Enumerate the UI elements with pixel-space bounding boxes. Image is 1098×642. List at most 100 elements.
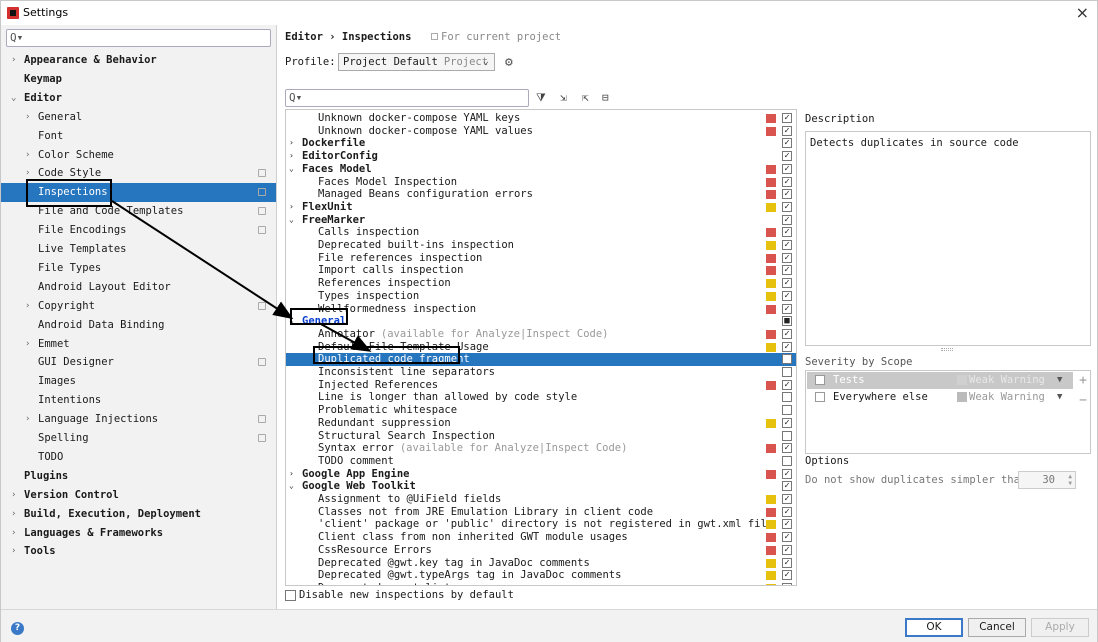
inspection-checkbox[interactable]: ✓ bbox=[782, 557, 792, 568]
inspection-checkbox[interactable]: ✓ bbox=[782, 481, 792, 492]
expand-all-icon[interactable]: ⇲ bbox=[560, 91, 567, 104]
chevron-right-icon[interactable]: › bbox=[289, 137, 294, 150]
chevron-down-icon[interactable]: ▼ bbox=[1057, 389, 1062, 406]
sidebar-item[interactable]: › General bbox=[1, 108, 276, 127]
inspection-group-row[interactable]: ⌄ FreeMarker ✓ bbox=[286, 214, 796, 227]
inspection-checkbox[interactable]: ✓ bbox=[782, 341, 792, 352]
inspection-checkbox[interactable]: ✓ bbox=[782, 582, 792, 585]
profile-select[interactable]: Project Default Project ⌄ bbox=[338, 53, 495, 71]
inspection-row[interactable]: References inspection ✓ bbox=[286, 277, 796, 290]
inspection-row[interactable]: Problematic whitespace bbox=[286, 404, 796, 417]
inspection-row[interactable]: Deprecated event listeners ✓ bbox=[286, 582, 796, 585]
chevron-right-icon[interactable]: › bbox=[289, 150, 294, 163]
inspection-row[interactable]: Managed Beans configuration errors ✓ bbox=[286, 188, 796, 201]
inspection-row[interactable]: Wellformedness inspection ✓ bbox=[286, 303, 796, 316]
inspection-checkbox[interactable]: ✓ bbox=[782, 443, 792, 454]
sidebar-item[interactable]: Images bbox=[1, 372, 276, 391]
inspection-row[interactable]: Line is longer than allowed by code styl… bbox=[286, 391, 796, 404]
reset-icon[interactable]: ⊟ bbox=[602, 91, 609, 104]
sidebar-item[interactable]: Keymap bbox=[1, 70, 276, 89]
inspection-checkbox[interactable]: ✓ bbox=[782, 113, 792, 123]
sidebar-item[interactable]: Intentions bbox=[1, 391, 276, 410]
inspection-row[interactable]: Unknown docker-compose YAML keys ✓ bbox=[286, 112, 796, 125]
inspection-checkbox[interactable]: ✓ bbox=[782, 494, 792, 504]
sidebar-item[interactable]: Plugins bbox=[1, 467, 276, 486]
remove-scope-icon[interactable]: − bbox=[1079, 393, 1087, 408]
inspection-row[interactable]: Types inspection ✓ bbox=[286, 290, 796, 303]
inspection-row[interactable]: Deprecated built-ins inspection ✓ bbox=[286, 239, 796, 252]
sidebar-item[interactable]: › Emmet bbox=[1, 335, 276, 354]
inspection-checkbox[interactable]: ✓ bbox=[782, 532, 792, 543]
sidebar-item[interactable]: › Copyright bbox=[1, 297, 276, 316]
scope-checkbox[interactable] bbox=[815, 375, 825, 385]
inspection-row[interactable]: CssResource Errors ✓ bbox=[286, 544, 796, 557]
chevron-right-icon[interactable]: › bbox=[289, 201, 294, 214]
inspection-checkbox[interactable]: ✓ bbox=[782, 176, 792, 187]
spinner-arrows-icon[interactable]: ▲ ▼ bbox=[1068, 473, 1072, 487]
inspection-checkbox[interactable]: ✓ bbox=[782, 544, 792, 555]
scope-checkbox[interactable] bbox=[815, 392, 825, 402]
disable-new-checkbox[interactable] bbox=[285, 590, 296, 601]
inspection-checkbox[interactable]: ✓ bbox=[782, 265, 792, 276]
settings-search-input[interactable]: Q▾ bbox=[6, 29, 271, 47]
inspection-checkbox[interactable]: ✓ bbox=[782, 278, 792, 289]
chevron-down-icon[interactable]: ⌄ bbox=[289, 480, 294, 493]
sidebar-item[interactable]: Android Layout Editor bbox=[1, 278, 276, 297]
sidebar-item[interactable]: › Build, Execution, Deployment bbox=[1, 505, 276, 524]
inspection-checkbox[interactable]: ✓ bbox=[782, 240, 792, 250]
sidebar-item[interactable]: › Color Scheme bbox=[1, 146, 276, 165]
chevron-right-icon[interactable]: › bbox=[25, 297, 30, 316]
inspection-checkbox[interactable]: ✓ bbox=[782, 125, 792, 136]
inspection-row[interactable]: Redundant suppression ✓ bbox=[286, 417, 796, 430]
chevron-right-icon[interactable]: › bbox=[25, 108, 30, 127]
add-scope-icon[interactable]: + bbox=[1079, 373, 1087, 388]
inspection-checkbox[interactable]: ✓ bbox=[782, 189, 792, 200]
inspection-checkbox[interactable]: ✓ bbox=[782, 252, 792, 263]
inspection-checkbox[interactable]: ✓ bbox=[782, 379, 792, 390]
close-icon[interactable]: × bbox=[1076, 3, 1089, 22]
chevron-right-icon[interactable]: › bbox=[289, 468, 294, 481]
inspection-checkbox[interactable]: ✓ bbox=[782, 214, 792, 225]
inspection-group-row[interactable]: › FlexUnit ✓ bbox=[286, 201, 796, 214]
inspection-row[interactable]: Client class from non inherited GWT modu… bbox=[286, 531, 796, 544]
sidebar-item[interactable]: Font bbox=[1, 127, 276, 146]
sidebar-item[interactable]: GUI Designer bbox=[1, 353, 276, 372]
inspection-checkbox[interactable]: ✓ bbox=[782, 163, 792, 174]
sidebar-item[interactable]: ⌄ Editor bbox=[1, 89, 276, 108]
inspection-row[interactable]: Calls inspection ✓ bbox=[286, 226, 796, 239]
collapse-all-icon[interactable]: ⇱ bbox=[582, 91, 589, 104]
inspection-checkbox[interactable]: ■ bbox=[782, 316, 792, 327]
gear-icon[interactable]: ⚙ bbox=[505, 55, 513, 70]
sidebar-item[interactable]: › Language Injections bbox=[1, 410, 276, 429]
inspection-checkbox[interactable]: ✓ bbox=[782, 151, 792, 162]
ok-button[interactable]: OK bbox=[905, 618, 963, 637]
scope-row-everywhere[interactable]: Everywhere else Weak Warning ▼ bbox=[807, 389, 1073, 406]
chevron-right-icon[interactable]: › bbox=[25, 410, 30, 429]
inspection-group-row[interactable]: › Dockerfile ✓ bbox=[286, 137, 796, 150]
sidebar-item[interactable]: Spelling bbox=[1, 429, 276, 448]
chevron-right-icon[interactable]: › bbox=[25, 146, 30, 165]
inspection-row[interactable]: Annotator (available for Analyze|Inspect … bbox=[286, 328, 796, 341]
inspection-checkbox[interactable] bbox=[782, 354, 792, 365]
cancel-button[interactable]: Cancel bbox=[968, 618, 1026, 637]
inspection-checkbox[interactable]: ✓ bbox=[782, 468, 792, 479]
inspection-row[interactable]: Syntax error (available for Analyze|Inspe… bbox=[286, 442, 796, 455]
inspection-checkbox[interactable]: ✓ bbox=[782, 519, 792, 530]
inspection-group-row[interactable]: ⌄ General ■ bbox=[286, 315, 796, 328]
inspection-row[interactable]: 'client' package or 'public' directory i… bbox=[286, 518, 796, 531]
chevron-down-icon[interactable]: ⌄ bbox=[289, 163, 294, 176]
inspection-row[interactable]: Faces Model Inspection ✓ bbox=[286, 176, 796, 189]
inspection-group-row[interactable]: › Google App Engine ✓ bbox=[286, 468, 796, 481]
duplicate-threshold-spinner[interactable]: 30 ▲ ▼ bbox=[1018, 471, 1076, 489]
chevron-down-icon[interactable]: ⌄ bbox=[11, 89, 16, 108]
sidebar-item[interactable]: › Appearance & Behavior bbox=[1, 51, 276, 70]
inspection-group-row[interactable]: ⌄ Google Web Toolkit ✓ bbox=[286, 480, 796, 493]
inspection-row[interactable]: Deprecated @gwt.typeArgs tag in JavaDoc … bbox=[286, 569, 796, 582]
inspection-checkbox[interactable]: ✓ bbox=[782, 227, 792, 238]
chevron-right-icon[interactable]: › bbox=[11, 505, 16, 524]
apply-button[interactable]: Apply bbox=[1031, 618, 1089, 637]
inspection-row[interactable]: Injected References ✓ bbox=[286, 379, 796, 392]
splitter-handle[interactable] bbox=[941, 348, 953, 351]
inspection-group-row[interactable]: ⌄ Faces Model ✓ bbox=[286, 163, 796, 176]
sidebar-item[interactable]: TODO bbox=[1, 448, 276, 467]
